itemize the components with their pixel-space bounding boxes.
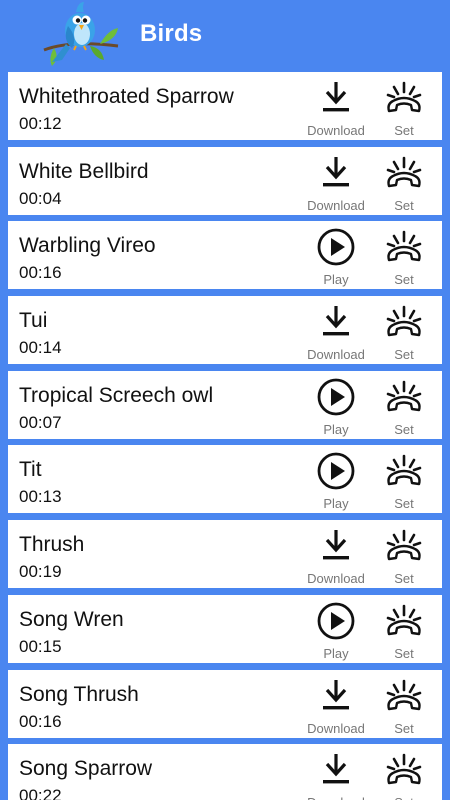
sound-duration: 00:16	[19, 711, 62, 731]
sound-name: White Bellbird	[19, 159, 149, 183]
set-label: Set	[394, 272, 414, 288]
download-label: Download	[307, 347, 365, 363]
play-icon	[317, 453, 355, 490]
sound-name: Thrush	[19, 533, 85, 557]
ringing-phone-icon	[386, 156, 422, 187]
set-label: Set	[394, 123, 414, 138]
bird-logo-icon	[43, 2, 119, 66]
sound-list-item[interactable]: Song Wren 00:15 Play Set	[8, 594, 442, 663]
ringing-phone-icon	[386, 305, 422, 337]
ringing-phone-icon	[386, 679, 422, 710]
download-icon	[323, 530, 349, 560]
set-label: Set	[394, 421, 414, 437]
download-button[interactable]: Download	[298, 150, 374, 214]
download-label: Download	[307, 197, 365, 213]
set-label: Set	[366, 795, 442, 800]
set-ringtone-button[interactable]: Set	[366, 150, 442, 214]
play-icon	[317, 602, 355, 640]
ringing-phone-icon	[386, 455, 422, 486]
download-icon	[323, 306, 349, 336]
sound-duration: 00:07	[19, 412, 62, 432]
sound-name: Whitethroated Sparrow	[19, 85, 234, 108]
ringing-phone-icon	[386, 231, 422, 262]
download-icon	[323, 754, 349, 784]
set-label: Set	[394, 347, 414, 363]
ringing-phone-icon	[386, 753, 422, 785]
set-ringtone-button[interactable]: Set	[366, 598, 442, 662]
sound-list-item[interactable]: Tit 00:13 Play Set	[8, 445, 442, 514]
download-button[interactable]: Download	[298, 299, 374, 363]
play-icon	[317, 378, 355, 416]
ringing-phone-icon	[386, 81, 422, 113]
download-label: Download	[298, 795, 374, 800]
sound-list-item[interactable]: Song Thrush 00:16 Download Set	[8, 669, 442, 738]
download-label: Download	[307, 571, 365, 587]
sound-name: Tit	[19, 458, 42, 482]
download-label: Download	[307, 720, 365, 736]
download-button[interactable]: Download	[298, 747, 374, 800]
download-icon	[323, 156, 349, 187]
set-label: Set	[394, 571, 414, 587]
set-ringtone-button[interactable]: Set	[366, 75, 442, 139]
play-button[interactable]: Play	[298, 224, 374, 288]
set-label: Set	[394, 197, 414, 213]
sound-name: Song Wren	[19, 607, 124, 631]
sound-list-item[interactable]: White Bellbird 00:04 Download Set	[8, 146, 442, 215]
ringing-phone-icon	[386, 529, 422, 561]
sound-list-item[interactable]: Tropical Screech owl 00:07 Play Set	[8, 370, 442, 439]
set-ringtone-button[interactable]: Set	[366, 523, 442, 587]
sound-list-item[interactable]: Thrush 00:19 Download Set	[8, 520, 442, 589]
set-ringtone-button[interactable]: Set	[366, 673, 442, 737]
set-label: Set	[394, 496, 414, 512]
sound-duration: 00:12	[19, 114, 62, 133]
download-button[interactable]: Download	[298, 75, 374, 139]
sound-list-item[interactable]: Tui 00:14 Download Set	[8, 296, 442, 365]
set-ringtone-button[interactable]: Set	[366, 299, 442, 363]
play-button[interactable]: Play	[298, 448, 374, 512]
ringing-phone-icon	[386, 380, 422, 411]
sound-list-item[interactable]: Warbling Vireo 00:16 Play Set	[8, 221, 442, 290]
download-label: Download	[307, 123, 365, 138]
sound-name: Warbling Vireo	[19, 234, 156, 258]
page-title: Birds	[140, 20, 203, 47]
set-ringtone-button[interactable]: Set	[366, 448, 442, 512]
sound-name: Tui	[19, 309, 48, 333]
play-button[interactable]: Play	[298, 598, 374, 662]
sound-duration: 00:16	[19, 263, 62, 283]
download-icon	[323, 679, 349, 709]
app-root: Birds Whitethroated Sparrow 00:12 Download…	[0, 0, 450, 800]
play-button[interactable]: Play	[298, 374, 374, 438]
set-ringtone-button[interactable]: Set	[366, 747, 442, 800]
set-label: Set	[394, 720, 414, 736]
play-label: Play	[323, 421, 349, 437]
sound-list-item[interactable]: Whitethroated Sparrow 00:12 Download Set	[8, 72, 442, 140]
play-icon	[317, 228, 355, 266]
sound-name: Song Sparrow	[19, 757, 153, 781]
sound-duration: 00:04	[19, 188, 62, 208]
sound-duration: 00:14	[19, 338, 62, 358]
app-header: Birds	[0, 0, 450, 70]
sound-duration: 00:22	[19, 786, 62, 800]
sound-duration: 00:15	[19, 636, 62, 656]
sound-list: Whitethroated Sparrow 00:12 Download Set Whi…	[8, 72, 442, 800]
sound-name: Song Thrush	[19, 682, 139, 706]
download-button[interactable]: Download	[298, 673, 374, 737]
set-ringtone-button[interactable]: Set	[366, 374, 442, 438]
sound-duration: 00:19	[19, 562, 62, 582]
play-label: Play	[323, 272, 349, 288]
download-icon	[323, 82, 349, 112]
sound-list-item[interactable]: Song Sparrow 00:22 DownloadSet	[8, 744, 442, 800]
ringing-phone-icon	[386, 604, 422, 636]
play-label: Play	[323, 645, 349, 661]
download-button[interactable]: Download	[298, 523, 374, 587]
play-label: Play	[323, 496, 349, 512]
set-label: Set	[394, 645, 414, 661]
sound-name: Tropical Screech owl	[19, 383, 214, 407]
set-ringtone-button[interactable]: Set	[366, 224, 442, 288]
sound-duration: 00:13	[19, 487, 62, 507]
